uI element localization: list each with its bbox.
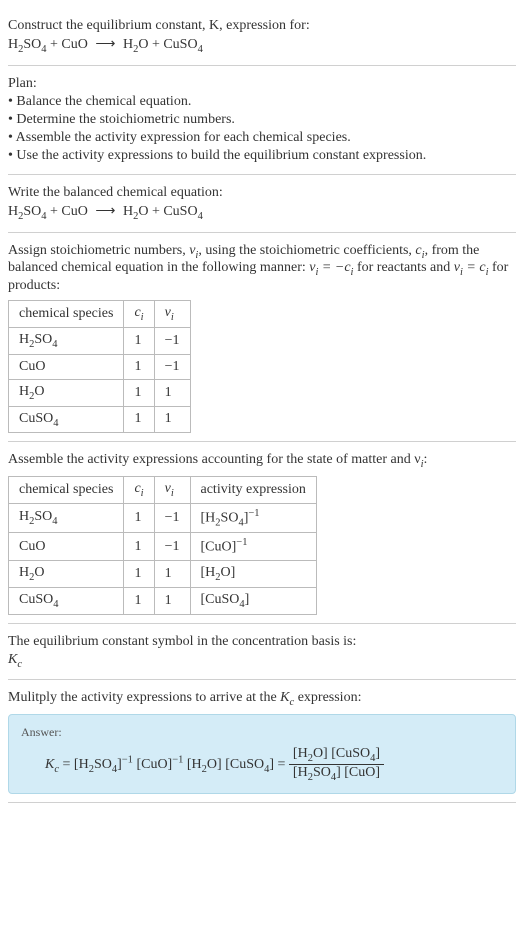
eq-plus: + CuO xyxy=(47,37,92,52)
stoich-table: chemical species ci νi H2SO4 1 −1 CuO 1 … xyxy=(8,300,191,433)
cell-nu: −1 xyxy=(154,533,190,561)
th-species: chemical species xyxy=(9,301,124,328)
st-nu: νi xyxy=(189,243,198,258)
cell-species: CuO xyxy=(9,533,124,561)
cell-nu: −1 xyxy=(154,354,190,379)
cell-c: 1 xyxy=(124,379,154,406)
mult-t2: expression: xyxy=(294,690,361,705)
th-expr: activity expression xyxy=(190,477,316,504)
eq-h2so4: H2SO4 xyxy=(8,37,47,52)
fraction-denominator: [H2SO4] [CuO] xyxy=(289,765,384,783)
prompt-line1: Construct the equilibrium constant, K, e… xyxy=(8,18,516,34)
answer-fraction: [H2O] [CuSO4][H2SO4] [CuO] xyxy=(289,746,384,783)
cell-species: H2SO4 xyxy=(9,327,124,354)
cell-expr: [CuSO4] xyxy=(190,587,316,614)
cell-c: 1 xyxy=(124,503,154,532)
th-ci: ci xyxy=(124,301,154,328)
cell-expr: [CuO]−1 xyxy=(190,533,316,561)
st-eq1: νi = −ci xyxy=(309,260,353,275)
cell-c: 1 xyxy=(124,354,154,379)
table-header-row: chemical species ci νi activity expressi… xyxy=(9,477,317,504)
plan-bullet-2: • Determine the stoichiometric numbers. xyxy=(8,112,516,128)
table-row: H2SO4 1 −1 xyxy=(9,327,191,354)
cell-species: CuSO4 xyxy=(9,587,124,614)
table-header-row: chemical species ci νi xyxy=(9,301,191,328)
bal-rhs: H2O + CuSO4 xyxy=(119,204,202,219)
cell-nu: 1 xyxy=(154,561,190,588)
cell-species: H2O xyxy=(9,379,124,406)
symbol-text: The equilibrium constant symbol in the c… xyxy=(8,634,516,650)
st-eq2: νi = ci xyxy=(454,260,489,275)
plan-title: Plan: xyxy=(8,76,516,92)
st-c: ci xyxy=(415,243,424,258)
st-t2: , using the stoichiometric coefficients, xyxy=(198,243,415,258)
cell-nu: 1 xyxy=(154,406,190,433)
table-row: H2O 1 1 [H2O] xyxy=(9,561,317,588)
th-nui: νi xyxy=(154,301,190,328)
cell-c: 1 xyxy=(124,587,154,614)
table-row: CuSO4 1 1 xyxy=(9,406,191,433)
cell-c: 1 xyxy=(124,406,154,433)
cell-c: 1 xyxy=(124,327,154,354)
balanced-section: Write the balanced chemical equation: H2… xyxy=(8,175,516,233)
balanced-title: Write the balanced chemical equation: xyxy=(8,185,516,201)
table-row: CuO 1 −1 [CuO]−1 xyxy=(9,533,317,561)
ans-eq: = [H2SO4]−1 [CuO]−1 [H2O] [CuSO4] = xyxy=(59,757,289,772)
prompt-section: Construct the equilibrium constant, K, e… xyxy=(8,8,516,66)
eq-arrow: ⟶ xyxy=(91,37,119,52)
th-nui: νi xyxy=(154,477,190,504)
table-row: CuO 1 −1 xyxy=(9,354,191,379)
cell-nu: −1 xyxy=(154,327,190,354)
th-species: chemical species xyxy=(9,477,124,504)
act-title-text: Assemble the activity expressions accoun… xyxy=(8,452,421,467)
prompt-equation: H2SO4 + CuO ⟶ H2O + CuSO4 xyxy=(8,36,516,55)
st-t4: for reactants and xyxy=(353,260,453,275)
mult-t1: Mulitply the activity expressions to arr… xyxy=(8,690,280,705)
activity-table: chemical species ci νi activity expressi… xyxy=(8,476,317,615)
st-t1: Assign stoichiometric numbers, xyxy=(8,243,189,258)
cell-expr: [H2O] xyxy=(190,561,316,588)
multiply-text: Mulitply the activity expressions to arr… xyxy=(8,690,516,708)
answer-box: Answer: Kc = [H2SO4]−1 [CuO]−1 [H2O] [Cu… xyxy=(8,714,516,794)
plan-section: Plan: • Balance the chemical equation. •… xyxy=(8,66,516,175)
eq-rhs: H2O + CuSO4 xyxy=(119,37,202,52)
answer-equation: Kc = [H2SO4]−1 [CuO]−1 [H2O] [CuSO4] = [… xyxy=(21,746,503,783)
cell-species: CuSO4 xyxy=(9,406,124,433)
cell-nu: 1 xyxy=(154,587,190,614)
plan-bullet-1: • Balance the chemical equation. xyxy=(8,94,516,110)
act-title-end: : xyxy=(424,452,428,467)
activity-section: Assemble the activity expressions accoun… xyxy=(8,442,516,623)
stoich-section: Assign stoichiometric numbers, νi, using… xyxy=(8,233,516,443)
bal-lhs: H2SO4 + CuO xyxy=(8,204,91,219)
stoich-text: Assign stoichiometric numbers, νi, using… xyxy=(8,243,516,295)
symbol-kc: Kc xyxy=(8,652,516,670)
table-row: H2SO4 1 −1 [H2SO4]−1 xyxy=(9,503,317,532)
cell-nu: −1 xyxy=(154,503,190,532)
plan-bullet-3: • Assemble the activity expression for e… xyxy=(8,130,516,146)
multiply-section: Mulitply the activity expressions to arr… xyxy=(8,680,516,802)
plan-bullet-4: • Use the activity expressions to build … xyxy=(8,148,516,164)
symbol-section: The equilibrium constant symbol in the c… xyxy=(8,624,516,681)
fraction-numerator: [H2O] [CuSO4] xyxy=(289,746,384,765)
cell-species: H2SO4 xyxy=(9,503,124,532)
cell-c: 1 xyxy=(124,533,154,561)
table-row: H2O 1 1 xyxy=(9,379,191,406)
table-row: CuSO4 1 1 [CuSO4] xyxy=(9,587,317,614)
cell-species: H2O xyxy=(9,561,124,588)
bal-arrow: ⟶ xyxy=(91,204,119,219)
ans-kc: Kc xyxy=(45,757,59,772)
balanced-equation: H2SO4 + CuO ⟶ H2O + CuSO4 xyxy=(8,203,516,222)
cell-nu: 1 xyxy=(154,379,190,406)
activity-title: Assemble the activity expressions accoun… xyxy=(8,452,516,470)
cell-c: 1 xyxy=(124,561,154,588)
prompt-text: Construct the equilibrium constant, K, e… xyxy=(8,18,310,33)
cell-species: CuO xyxy=(9,354,124,379)
mult-kc: Kc xyxy=(280,690,294,705)
answer-label: Answer: xyxy=(21,725,503,740)
cell-expr: [H2SO4]−1 xyxy=(190,503,316,532)
th-ci: ci xyxy=(124,477,154,504)
